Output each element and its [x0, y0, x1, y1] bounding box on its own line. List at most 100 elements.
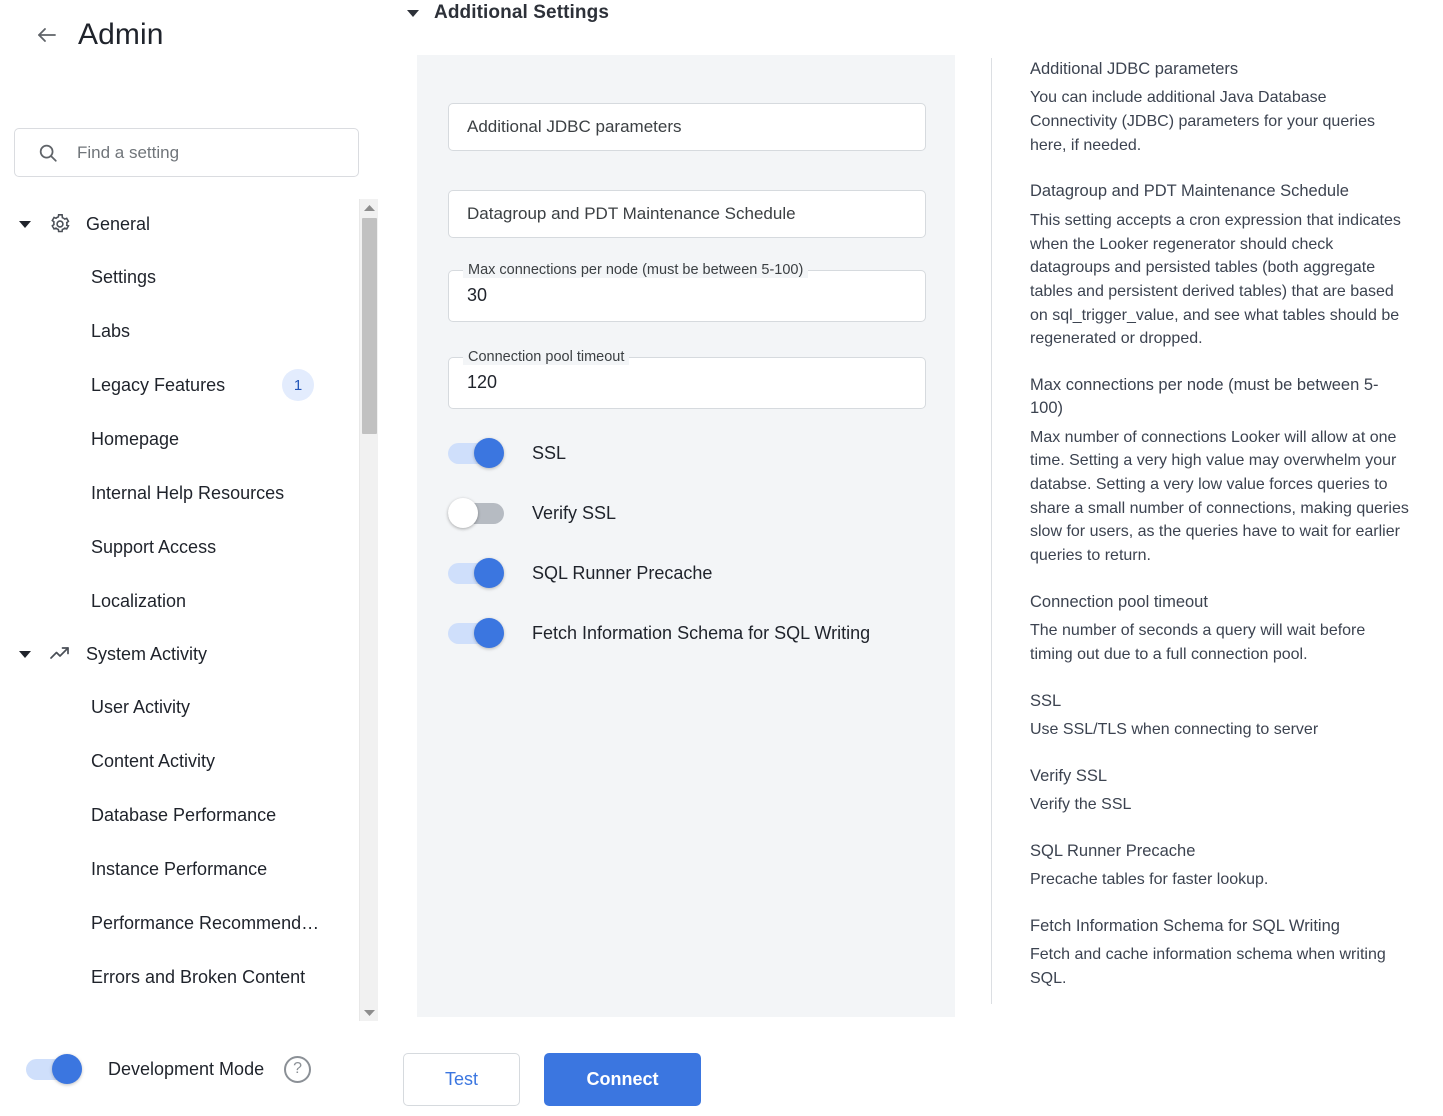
help-block: Fetch Information Schema for SQL Writing… — [1030, 915, 1411, 991]
sidebar-item-label: User Activity — [91, 697, 190, 718]
sidebar-scrollbar[interactable] — [359, 199, 378, 1021]
max-connections-per-node-input[interactable] — [467, 285, 897, 306]
development-mode-toggle[interactable] — [26, 1054, 88, 1084]
help-body: Max number of connections Looker will al… — [1030, 426, 1411, 568]
sidebar-item-label: Instance Performance — [91, 859, 267, 880]
datagroup-pdt-maintenance-schedule-field[interactable] — [448, 190, 926, 238]
main-form-area: Additional Settings Max connections per … — [392, 0, 992, 1116]
sidebar-item-label: Legacy Features — [91, 375, 225, 396]
verify-ssl-toggle[interactable] — [448, 498, 510, 528]
connection-pool-timeout-label: Connection pool timeout — [463, 349, 629, 365]
sidebar-item-homepage[interactable]: Homepage — [0, 412, 360, 466]
help-body: Precache tables for faster lookup. — [1030, 868, 1411, 892]
caret-down-icon — [14, 217, 36, 231]
sidebar-group-label: System Activity — [86, 644, 207, 665]
help-panel: Additional JDBC parameters You can inclu… — [991, 58, 1411, 1004]
ssl-label: SSL — [532, 443, 566, 464]
sidebar-item-user-activity[interactable]: User Activity — [0, 680, 360, 734]
fetch-information-schema-row: Fetch Information Schema for SQL Writing — [448, 618, 870, 648]
arrow-left-icon[interactable] — [34, 22, 60, 48]
sidebar-item-performance-recommendations[interactable]: Performance Recommend… — [0, 896, 360, 950]
sidebar-item-label: Internal Help Resources — [91, 483, 284, 504]
sidebar-group-system-activity[interactable]: System Activity — [0, 628, 360, 680]
development-mode-label: Development Mode — [108, 1059, 264, 1080]
help-body: Use SSL/TLS when connecting to server — [1030, 718, 1411, 742]
help-body: This setting accepts a cron expression t… — [1030, 209, 1411, 351]
sidebar-item-labs[interactable]: Labs — [0, 304, 360, 358]
sidebar-item-content-activity[interactable]: Content Activity — [0, 734, 360, 788]
additional-jdbc-parameters-input[interactable] — [467, 117, 907, 137]
question-mark-icon[interactable]: ? — [284, 1056, 311, 1083]
additional-jdbc-parameters-field[interactable] — [448, 103, 926, 151]
max-connections-per-node-field[interactable]: Max connections per node (must be betwee… — [448, 270, 926, 322]
sql-runner-precache-label: SQL Runner Precache — [532, 563, 712, 584]
ssl-row: SSL — [448, 438, 566, 468]
caret-down-icon — [14, 647, 36, 661]
sidebar-item-internal-help-resources[interactable]: Internal Help Resources — [0, 466, 360, 520]
search-icon — [37, 142, 59, 164]
datagroup-pdt-maintenance-schedule-input[interactable] — [467, 204, 907, 224]
help-title: Connection pool timeout — [1030, 591, 1411, 614]
verify-ssl-label: Verify SSL — [532, 503, 616, 524]
section-title: Additional Settings — [434, 2, 609, 24]
sidebar-group-general[interactable]: General — [0, 198, 360, 250]
sidebar-item-label: Performance Recommend… — [91, 913, 319, 934]
help-block: Max connections per node (must be betwee… — [1030, 374, 1411, 568]
sql-runner-precache-toggle[interactable] — [448, 558, 510, 588]
sidebar-item-support-access[interactable]: Support Access — [0, 520, 360, 574]
search-box[interactable] — [14, 128, 359, 177]
help-title: Verify SSL — [1030, 765, 1411, 788]
ssl-toggle[interactable] — [448, 438, 510, 468]
sidebar-item-label: Settings — [91, 267, 156, 288]
help-body: You can include additional Java Database… — [1030, 86, 1411, 157]
admin-header: Admin — [0, 18, 164, 52]
help-title: Datagroup and PDT Maintenance Schedule — [1030, 180, 1411, 203]
sidebar-item-label: Support Access — [91, 537, 216, 558]
help-block: Verify SSL Verify the SSL — [1030, 765, 1411, 817]
connection-pool-timeout-input[interactable] — [467, 372, 897, 393]
fetch-information-schema-toggle[interactable] — [448, 618, 510, 648]
connection-pool-timeout-field[interactable]: Connection pool timeout — [448, 357, 926, 409]
help-body: The number of seconds a query will wait … — [1030, 619, 1411, 666]
sidebar-item-database-performance[interactable]: Database Performance — [0, 788, 360, 842]
sidebar-item-errors-and-broken-content[interactable]: Errors and Broken Content — [0, 950, 360, 1004]
max-connections-per-node-label: Max connections per node (must be betwee… — [463, 262, 808, 278]
sidebar: Admin — [0, 0, 392, 1116]
development-mode-bar: Development Mode ? — [0, 1022, 392, 1116]
fetch-information-schema-label: Fetch Information Schema for SQL Writing — [532, 623, 870, 644]
sidebar-item-legacy-features[interactable]: Legacy Features 1 — [0, 358, 360, 412]
help-title: Additional JDBC parameters — [1030, 58, 1411, 81]
help-block: Connection pool timeout The number of se… — [1030, 591, 1411, 667]
additional-settings-section-header[interactable]: Additional Settings — [406, 2, 609, 24]
trending-up-icon — [45, 642, 75, 666]
help-title: Fetch Information Schema for SQL Writing — [1030, 915, 1411, 938]
sidebar-item-settings[interactable]: Settings — [0, 250, 360, 304]
help-title: SQL Runner Precache — [1030, 840, 1411, 863]
sidebar-item-label: Localization — [91, 591, 186, 612]
sidebar-item-label: Database Performance — [91, 805, 276, 826]
sidebar-item-instance-performance[interactable]: Instance Performance — [0, 842, 360, 896]
status-badge: 1 — [282, 369, 314, 401]
form-action-bar: Test Connect — [403, 1053, 701, 1106]
help-title: SSL — [1030, 690, 1411, 713]
help-block: Additional JDBC parameters You can inclu… — [1030, 58, 1411, 157]
help-body: Verify the SSL — [1030, 793, 1411, 817]
sidebar-item-label: Homepage — [91, 429, 179, 450]
scroll-up-arrow-icon[interactable] — [360, 199, 379, 216]
search-input[interactable] — [77, 143, 327, 163]
gear-icon — [45, 213, 75, 235]
connect-button[interactable]: Connect — [544, 1053, 701, 1106]
admin-connection-settings-screen: Admin — [0, 0, 1443, 1116]
help-block: Datagroup and PDT Maintenance Schedule T… — [1030, 180, 1411, 350]
caret-down-icon — [406, 6, 420, 20]
scroll-down-arrow-icon[interactable] — [360, 1004, 379, 1021]
sidebar-item-label: Errors and Broken Content — [91, 967, 305, 988]
sidebar-item-label: Labs — [91, 321, 130, 342]
test-button[interactable]: Test — [403, 1053, 520, 1106]
verify-ssl-row: Verify SSL — [448, 498, 616, 528]
scrollbar-thumb[interactable] — [362, 218, 377, 434]
page-title: Admin — [78, 18, 164, 52]
sidebar-item-localization[interactable]: Localization — [0, 574, 360, 628]
help-block: SQL Runner Precache Precache tables for … — [1030, 840, 1411, 892]
help-body: Fetch and cache information schema when … — [1030, 943, 1411, 990]
